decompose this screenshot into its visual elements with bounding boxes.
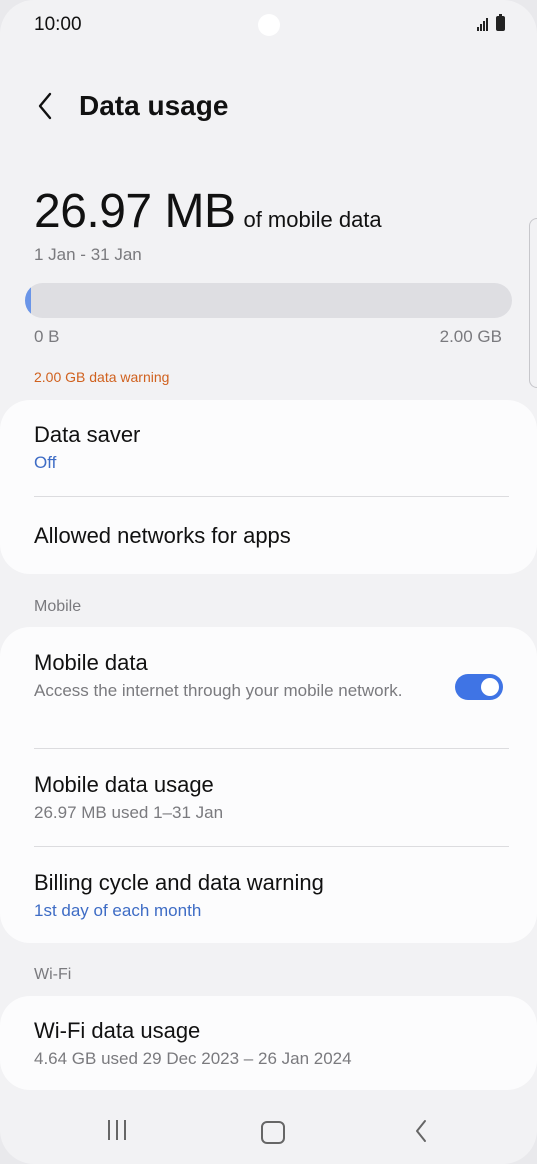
signal-icon (477, 18, 488, 31)
page-title: Data usage (79, 90, 229, 121)
mobile-data-usage-title: Mobile data usage (34, 772, 214, 797)
bar-max-label: 2.00 GB (439, 327, 502, 346)
usage-amount: 26.97 MB of mobile data (34, 184, 382, 239)
divider (34, 748, 509, 749)
mobile-data-usage-subtitle: 26.97 MB used 1–31 Jan (34, 803, 224, 822)
bar-min-label: 0 B (34, 327, 60, 346)
usage-period: 1 Jan - 31 Jan (34, 245, 142, 264)
section-header-wifi: Wi-Fi (34, 966, 72, 983)
billing-cycle-row[interactable]: Billing cycle and data warning 1st day o… (34, 869, 509, 923)
wifi-data-usage-row[interactable]: Wi-Fi data usage 4.64 GB used 29 Dec 202… (34, 1017, 509, 1071)
battery-icon (496, 14, 505, 31)
wifi-data-usage-title: Wi-Fi data usage (34, 1018, 201, 1043)
usage-progress-fill (25, 283, 32, 318)
mobile-data-title: Mobile data (34, 650, 148, 675)
section-header-mobile: Mobile (34, 598, 82, 615)
recents-icon[interactable] (108, 1120, 126, 1140)
data-saver-title: Data saver (34, 422, 141, 447)
status-time: 10:00 (34, 14, 82, 35)
navigation-bar (0, 1100, 537, 1164)
back-icon[interactable] (413, 1118, 429, 1149)
usage-suffix: of mobile data (243, 207, 382, 232)
status-bar: 10:00 (0, 0, 537, 48)
divider (34, 846, 509, 847)
wifi-data-usage-subtitle: 4.64 GB used 29 Dec 2023 – 26 Jan 2024 (34, 1049, 352, 1068)
status-icons (477, 14, 505, 31)
toggle-knob (481, 678, 499, 696)
data-saver-value: Off (34, 453, 57, 472)
data-saver-row[interactable]: Data saver Off (34, 421, 509, 475)
mobile-data-row[interactable]: Mobile data Access the internet through … (34, 649, 427, 703)
data-warning-label: 2.00 GB data warning (34, 369, 170, 385)
camera-cutout (258, 14, 280, 36)
scrollbar[interactable] (529, 218, 537, 388)
mobile-data-toggle[interactable] (455, 674, 503, 700)
mobile-data-description: Access the internet through your mobile … (34, 681, 403, 700)
allowed-networks-row[interactable]: Allowed networks for apps (34, 522, 509, 550)
chevron-left-icon (38, 92, 52, 120)
billing-cycle-title: Billing cycle and data warning (34, 870, 324, 895)
divider (34, 496, 509, 497)
phone-screen: 10:00 Data usage 26.97 MB of mobile data… (0, 0, 537, 1164)
mobile-card: Mobile data Access the internet through … (0, 627, 537, 943)
usage-progress-bar (25, 283, 512, 318)
mobile-data-usage-row[interactable]: Mobile data usage 26.97 MB used 1–31 Jan (34, 771, 509, 825)
back-button[interactable] (28, 88, 62, 124)
usage-value: 26.97 MB (34, 185, 236, 238)
app-header: Data usage (0, 82, 537, 132)
data-settings-card: Data saver Off Allowed networks for apps (0, 400, 537, 574)
billing-cycle-subtitle: 1st day of each month (34, 901, 202, 920)
home-icon[interactable] (261, 1121, 285, 1144)
allowed-networks-title: Allowed networks for apps (34, 523, 291, 548)
wifi-card: Wi-Fi data usage 4.64 GB used 29 Dec 202… (0, 996, 537, 1090)
